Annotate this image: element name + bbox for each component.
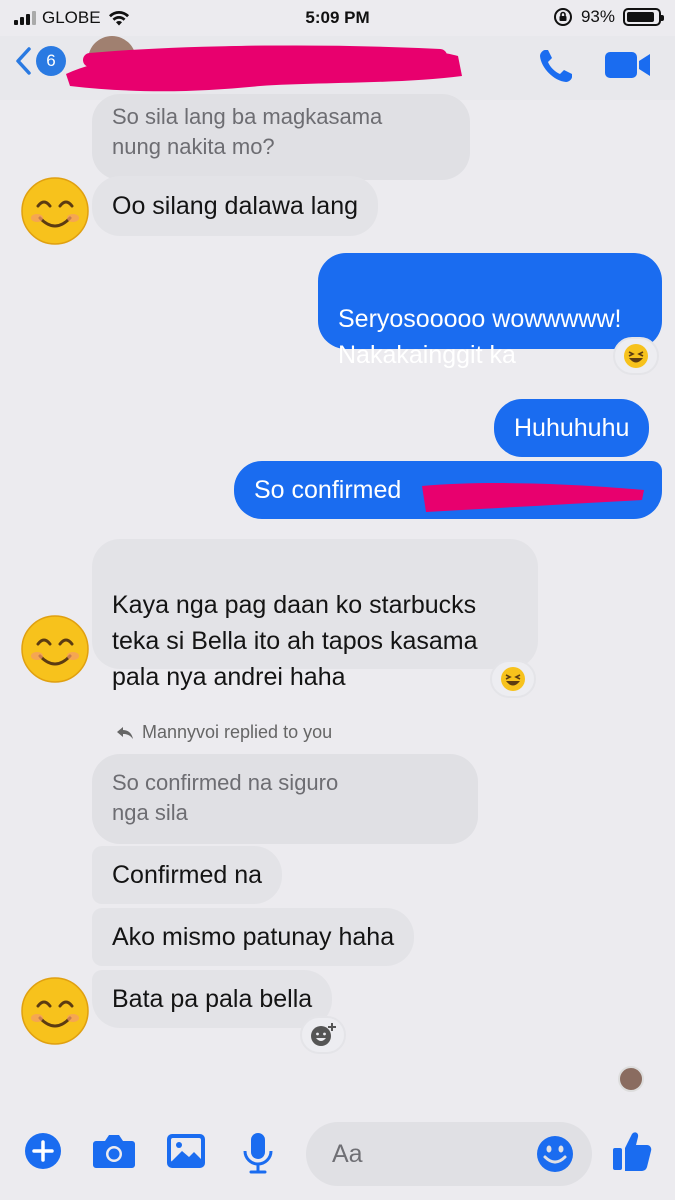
contact-avatar-smile-icon[interactable] xyxy=(20,176,90,246)
message-bubble-quoted[interactable]: So sila lang ba magkasama nung nakita mo… xyxy=(92,94,470,180)
thumbs-up-icon[interactable] xyxy=(612,1130,652,1172)
message-text: So confirmed na siguro nga sila xyxy=(112,770,339,825)
message-input[interactable] xyxy=(332,1136,532,1172)
message-text: Seryosooooo wowwwww! Nakakainggit ka xyxy=(338,305,622,369)
battery-icon xyxy=(623,8,664,26)
message-bubble-incoming[interactable]: Bata pa pala bella xyxy=(92,970,333,1028)
battery-percent: 93% xyxy=(580,7,615,26)
message-bubble-incoming[interactable]: Ako mismo patunay haha xyxy=(92,908,415,966)
status-right: 93% xyxy=(553,7,664,27)
message-bubble-outgoing[interactable]: Seryosooooo wowwwww! Nakakainggit ka xyxy=(318,253,662,369)
reply-indicator: Mannyvoi replied to you xyxy=(116,722,332,743)
message-redaction xyxy=(422,483,644,512)
add-reaction-button[interactable] xyxy=(300,1016,346,1054)
contact-avatar-smile-icon[interactable] xyxy=(20,614,90,684)
microphone-icon[interactable] xyxy=(242,1132,274,1174)
message-bubble-incoming[interactable]: Oo silang dalawa lang xyxy=(92,176,378,236)
composer-bar xyxy=(0,1110,675,1200)
laughing-emoji-icon xyxy=(501,667,525,691)
seen-indicator-avatar xyxy=(618,1066,644,1092)
back-chevron-icon xyxy=(16,47,31,75)
phone-icon[interactable] xyxy=(536,46,576,86)
plus-icon[interactable] xyxy=(24,1132,62,1170)
message-bubble-outgoing[interactable]: Huhuhuhu xyxy=(494,399,650,457)
message-text: Huhuhuhu xyxy=(514,414,630,442)
camera-icon[interactable] xyxy=(92,1132,136,1170)
contact-avatar-smile-icon[interactable] xyxy=(20,976,90,1046)
image-icon[interactable] xyxy=(166,1132,206,1170)
laughing-emoji-icon xyxy=(624,344,648,368)
message-bubble-incoming[interactable]: Confirmed na xyxy=(92,846,283,904)
message-text: Bata pa pala bella xyxy=(112,985,313,1013)
back-button[interactable]: 6 xyxy=(14,46,66,76)
message-reaction[interactable] xyxy=(490,660,536,698)
message-bubble-incoming[interactable]: Kaya nga pag daan ko starbucks teka si B… xyxy=(92,539,538,691)
conversation-header: 6 xyxy=(0,36,675,100)
message-text: Ako mismo patunay haha xyxy=(112,923,395,951)
video-camera-icon[interactable] xyxy=(604,50,652,80)
message-reaction[interactable] xyxy=(613,337,659,375)
reply-arrow-icon xyxy=(117,726,133,739)
message-text: So sila lang ba magkasama nung nakita mo… xyxy=(112,104,383,159)
message-text: Confirmed na xyxy=(112,861,263,889)
status-bar: GLOBE 5:09 PM 93% xyxy=(0,0,675,36)
emoji-icon[interactable] xyxy=(535,1134,575,1174)
message-text: So confirmed xyxy=(254,476,402,504)
add-reaction-icon xyxy=(311,1023,336,1046)
reply-label-text: Mannyvoi replied to you xyxy=(142,722,333,742)
message-text: Oo silang dalawa lang xyxy=(112,192,358,220)
message-text: Kaya nga pag daan ko starbucks teka si B… xyxy=(112,591,478,691)
rotation-lock-icon xyxy=(553,8,572,26)
message-bubble-quoted[interactable]: So confirmed na siguro nga sila xyxy=(92,754,478,844)
